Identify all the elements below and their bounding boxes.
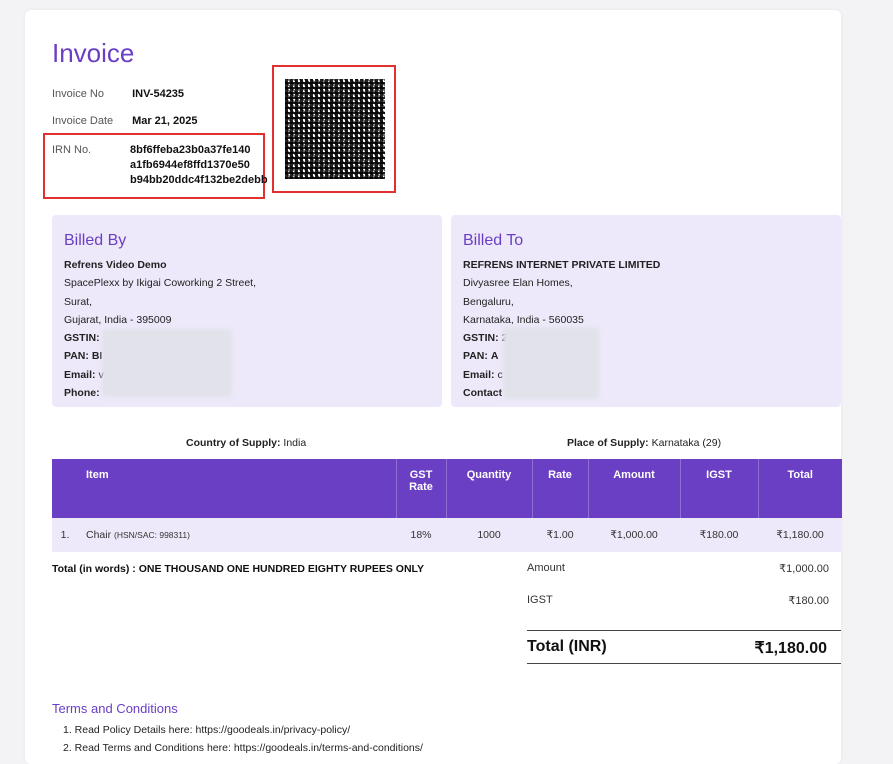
- country-of-supply-value: India: [283, 437, 307, 449]
- qr-highlight-box: [272, 65, 396, 193]
- terms-item-1: 1. Read Policy Details here: https://goo…: [63, 724, 351, 736]
- row-number: 1.: [52, 518, 78, 552]
- billed-by-phone-label: Phone:: [64, 387, 100, 400]
- billed-to-contact-label: Contact: [463, 387, 503, 400]
- billed-by-email-label: Email:: [64, 368, 96, 381]
- irn-line-3: b94bb20ddc4f132be2debb: [130, 174, 268, 186]
- terms-title: Terms and Conditions: [52, 701, 178, 716]
- billed-by-gstin-label: GSTIN:: [64, 332, 100, 345]
- billed-by-address-1: SpacePlexx by Ikigai Coworking 2 Street,: [64, 277, 257, 290]
- irn-value: 8bf6ffeba23b0a37fe140 a1fb6944ef8ffd1370…: [130, 143, 268, 188]
- place-of-supply-value: Karnataka (29): [651, 437, 722, 449]
- invoice-date-label: Invoice Date: [52, 115, 114, 127]
- country-of-supply: Country of Supply: India: [186, 437, 306, 449]
- invoice-no-row: Invoice No INV-54235: [52, 88, 184, 100]
- billed-by-pan-label: PAN:: [64, 350, 89, 363]
- header-quantity: Quantity: [446, 459, 533, 518]
- terms-item-2: 2. Read Terms and Conditions here: https…: [63, 742, 423, 754]
- billed-to-address-1: Divyasree Elan Homes,: [463, 277, 573, 290]
- row-quantity: 1000: [446, 518, 532, 552]
- row-item-hsn: (HSN/SAC: 998311): [114, 530, 190, 540]
- row-gst-rate: 18%: [396, 518, 446, 552]
- igst-label: IGST: [527, 594, 553, 606]
- row-amount: ₹1,000.00: [588, 518, 680, 552]
- total-top-divider: [527, 630, 841, 631]
- header-total: Total: [758, 459, 842, 518]
- billed-to-gstin-label: GSTIN:: [463, 332, 499, 345]
- billed-to-email-label: Email:: [463, 368, 495, 381]
- billed-by-card: Billed By Refrens Video Demo SpacePlexx …: [52, 215, 442, 407]
- billed-to-name: REFRENS INTERNET PRIVATE LIMITED: [463, 259, 661, 271]
- redacted-billed-by: [102, 329, 232, 397]
- qr-code: [285, 79, 385, 179]
- billed-to-title: Billed To: [463, 232, 524, 249]
- billed-by-name: Refrens Video Demo: [64, 259, 167, 271]
- row-item: Chair (HSN/SAC: 998311): [78, 518, 396, 552]
- amount-row: Amount ₹1,000.00: [527, 562, 829, 575]
- invoice-no-value: INV-54235: [132, 88, 185, 100]
- invoice-date-value: Mar 21, 2025: [132, 115, 198, 127]
- redacted-billed-to: [503, 327, 599, 399]
- amount-label: Amount: [527, 562, 565, 574]
- invoice-date-row: Invoice Date Mar 21, 2025: [52, 115, 198, 127]
- billed-by-address-3: Gujarat, India - 395009: [64, 313, 172, 326]
- total-in-words: Total (in words) : ONE THOUSAND ONE HUND…: [52, 563, 425, 575]
- billed-by-title: Billed By: [64, 232, 127, 249]
- header-item: Item: [78, 459, 397, 518]
- irn-label: IRN No.: [52, 144, 92, 156]
- billed-by-pan-partial: BI: [91, 350, 103, 363]
- irn-line-2: a1fb6944ef8ffd1370e50: [130, 159, 250, 171]
- row-total: ₹1,180.00: [758, 518, 842, 552]
- igst-row: IGST ₹180.00: [527, 594, 829, 607]
- billed-to-email-partial: c: [497, 368, 503, 381]
- row-rate: ₹1.00: [532, 518, 588, 552]
- items-table-header: Item GST Rate Quantity Rate Amount IGST …: [52, 459, 842, 518]
- table-row: 1. Chair (HSN/SAC: 998311) 18% 1000 ₹1.0…: [52, 518, 842, 552]
- billed-by-address-2: Surat,: [64, 295, 93, 308]
- country-of-supply-label: Country of Supply:: [186, 437, 281, 449]
- place-of-supply-label: Place of Supply:: [567, 437, 649, 449]
- place-of-supply: Place of Supply: Karnataka (29): [567, 437, 721, 449]
- billed-to-pan-partial: A: [490, 350, 499, 363]
- header-igst: IGST: [680, 459, 759, 518]
- header-number: [52, 459, 78, 518]
- items-table: Item GST Rate Quantity Rate Amount IGST …: [52, 459, 842, 552]
- billed-to-address-2: Bengaluru,: [463, 295, 514, 308]
- billed-to-pan-label: PAN:: [463, 350, 488, 363]
- header-gst-rate: GST Rate: [396, 459, 447, 518]
- amount-value: ₹1,000.00: [779, 563, 829, 575]
- grand-total-value: ₹1,180.00: [754, 640, 827, 657]
- irn-line-1: 8bf6ffeba23b0a37fe140: [130, 144, 251, 156]
- grand-total-label: Total (INR): [527, 638, 607, 655]
- header-rate: Rate: [532, 459, 589, 518]
- row-item-name: Chair: [86, 529, 112, 541]
- invoice-page: Invoice Invoice No INV-54235 Invoice Dat…: [25, 10, 842, 764]
- invoice-no-label: Invoice No: [52, 88, 104, 100]
- igst-value: ₹180.00: [788, 595, 829, 607]
- total-bottom-divider: [527, 663, 841, 664]
- row-igst: ₹180.00: [680, 518, 758, 552]
- grand-total-row: Total (INR) ₹1,180.00: [527, 638, 827, 657]
- billed-to-card: Billed To REFRENS INTERNET PRIVATE LIMIT…: [451, 215, 841, 407]
- invoice-title: Invoice: [52, 38, 135, 68]
- header-amount: Amount: [588, 459, 681, 518]
